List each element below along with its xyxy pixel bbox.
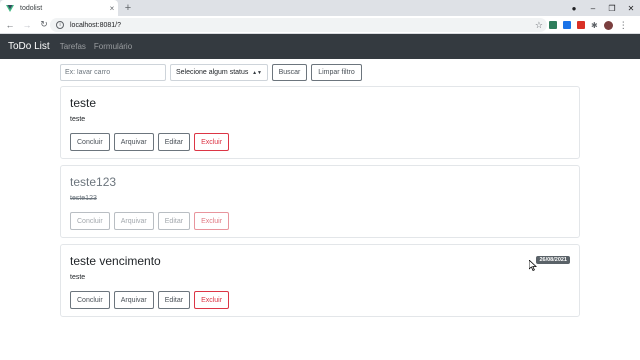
- url-text[interactable]: localhost:8081/?: [70, 22, 535, 29]
- task-actions: Concluir Arquivar Editar Excluir: [70, 212, 230, 230]
- task-title: teste vencimento: [70, 254, 161, 268]
- archive-button[interactable]: Arquivar: [113, 133, 154, 151]
- select-caret-icon: ▲▼: [252, 69, 262, 76]
- bookmark-star-icon[interactable]: ☆: [535, 20, 543, 31]
- app-brand[interactable]: ToDo List: [8, 41, 50, 52]
- search-input[interactable]: [60, 64, 166, 81]
- new-tab-button[interactable]: +: [122, 1, 134, 15]
- status-select-value: Selecione algum status: [176, 69, 249, 76]
- edit-button[interactable]: Editar: [157, 133, 191, 151]
- complete-button[interactable]: Concluir: [70, 212, 110, 230]
- task-description: teste123: [70, 195, 97, 202]
- task-card: teste teste Concluir Arquivar Editar Exc…: [60, 86, 580, 159]
- task-description: teste: [70, 274, 86, 281]
- minimize-icon[interactable]: –: [588, 4, 598, 13]
- browser-tab-bar: todolist × + ● – ❐ ✕: [0, 0, 640, 16]
- tab-title: todolist: [20, 4, 43, 12]
- close-tab-icon[interactable]: ×: [106, 4, 118, 13]
- profile-avatar[interactable]: [603, 20, 613, 30]
- app-navbar: ToDo List Tarefas Formulário: [0, 34, 640, 59]
- delete-button[interactable]: Excluir: [194, 212, 230, 230]
- complete-button[interactable]: Concluir: [70, 291, 110, 309]
- task-title: teste123: [70, 175, 117, 189]
- clear-filter-button[interactable]: Limpar filtro: [311, 64, 362, 81]
- puzzle-extensions-icon[interactable]: ✱: [591, 21, 598, 30]
- task-card: teste vencimento 26/08/2021 teste Conclu…: [60, 244, 580, 317]
- extensions-area: ✱ ⋮: [549, 16, 628, 34]
- browser-menu-icon[interactable]: ⋮: [619, 20, 628, 31]
- status-select[interactable]: Selecione algum status ▲▼: [170, 64, 268, 81]
- back-arrow-icon[interactable]: ←: [3, 20, 17, 30]
- task-title: teste: [70, 96, 97, 110]
- nav-link-formulario[interactable]: Formulário: [94, 42, 132, 51]
- vue-devtools-extension-icon[interactable]: [549, 21, 557, 29]
- browser-tab[interactable]: todolist ×: [0, 0, 118, 16]
- window-controls: ● – ❐ ✕: [569, 0, 636, 16]
- info-icon[interactable]: i: [56, 21, 64, 29]
- translate-extension-icon[interactable]: [563, 21, 571, 29]
- archive-button[interactable]: Arquivar: [113, 212, 154, 230]
- close-window-icon[interactable]: ✕: [626, 4, 636, 13]
- address-bar[interactable]: i localhost:8081/? ☆: [50, 18, 547, 32]
- task-card: teste123 teste123 Concluir Arquivar Edit…: [60, 165, 580, 238]
- record-icon[interactable]: ●: [569, 4, 579, 13]
- reload-icon[interactable]: ↻: [37, 19, 51, 30]
- vue-logo-icon: [6, 4, 14, 12]
- due-date-badge: 26/08/2021: [536, 256, 570, 264]
- mouse-cursor-icon: [529, 260, 537, 271]
- edit-button[interactable]: Editar: [157, 212, 191, 230]
- edit-button[interactable]: Editar: [157, 291, 191, 309]
- restore-icon[interactable]: ❐: [607, 4, 617, 13]
- red-extension-icon[interactable]: [577, 21, 585, 29]
- browser-toolbar: ← → ↻ i localhost:8081/? ☆ ✱ ⋮: [0, 16, 640, 34]
- delete-button[interactable]: Excluir: [194, 291, 230, 309]
- nav-link-tarefas[interactable]: Tarefas: [60, 42, 86, 51]
- archive-button[interactable]: Arquivar: [113, 291, 154, 309]
- task-actions: Concluir Arquivar Editar Excluir: [70, 133, 230, 151]
- task-description: teste: [70, 116, 86, 123]
- forward-arrow-icon[interactable]: →: [20, 20, 34, 30]
- delete-button[interactable]: Excluir: [194, 133, 230, 151]
- search-button[interactable]: Buscar: [272, 64, 307, 81]
- task-actions: Concluir Arquivar Editar Excluir: [70, 291, 230, 309]
- complete-button[interactable]: Concluir: [70, 133, 110, 151]
